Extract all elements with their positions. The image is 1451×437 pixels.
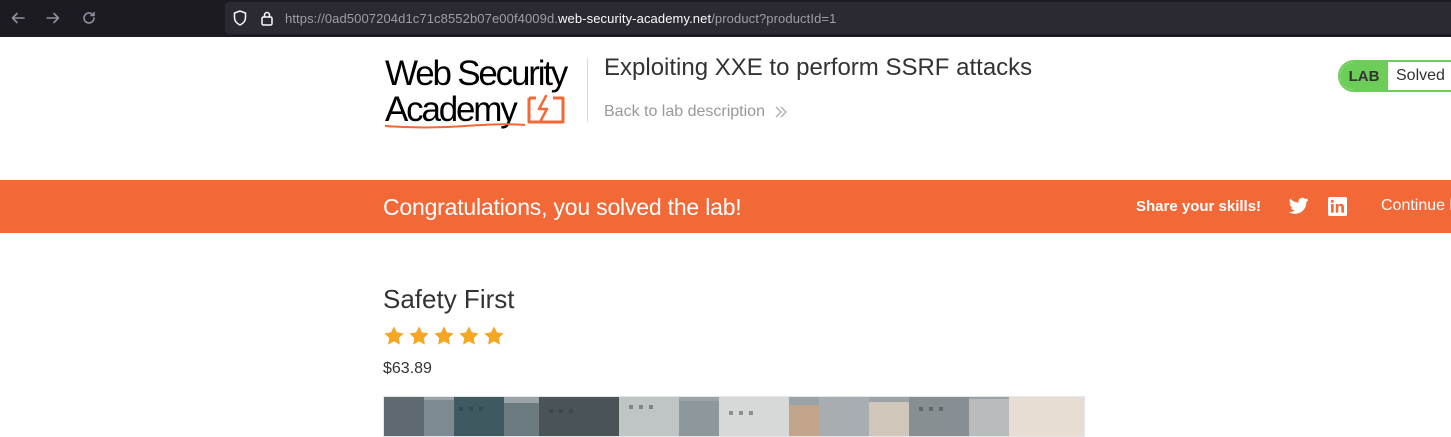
header-divider (587, 58, 588, 122)
city-skyline-image (384, 397, 1084, 436)
star-icon (434, 326, 454, 345)
browser-toolbar: https://0ad5007204d1c71c8552b07e00f4009d… (0, 0, 1451, 37)
star-icon (384, 326, 404, 345)
url-text[interactable]: https://0ad5007204d1c71c8552b07e00f4009d… (285, 11, 836, 26)
star-icon (484, 326, 504, 345)
product-rating (383, 325, 505, 349)
product-image (383, 396, 1085, 437)
forward-arrow-icon[interactable] (41, 6, 65, 30)
shield-icon[interactable] (232, 10, 248, 26)
lab-title: Exploiting XXE to perform SSRF attacks (604, 54, 1033, 81)
twitter-icon[interactable] (1289, 197, 1309, 215)
solved-banner: Congratulations, you solved the lab! Sha… (0, 180, 1451, 233)
star-icon (459, 326, 479, 345)
lab-badge-status: Solved (1396, 67, 1445, 84)
url-bar[interactable]: https://0ad5007204d1c71c8552b07e00f4009d… (225, 2, 1451, 34)
lab-badge-label: LAB (1340, 62, 1388, 90)
star-icon (409, 326, 429, 345)
back-to-lab-description-link[interactable]: Back to lab description (604, 103, 789, 121)
share-skills-label: Share your skills! (1136, 198, 1262, 215)
url-domain: web-security-academy.net (558, 11, 712, 26)
double-chevron-right-icon (775, 106, 787, 118)
reload-icon[interactable] (77, 6, 101, 30)
url-path: /product?productId=1 (711, 11, 837, 26)
back-link-label: Back to lab description (604, 103, 765, 120)
product-price: $63.89 (383, 360, 432, 377)
web-security-academy-logo[interactable]: Web Security Academy (385, 56, 585, 132)
url-prefix: https://0ad5007204d1c71c8552b07e00f4009d… (285, 11, 559, 26)
congratulations-message: Congratulations, you solved the lab! (383, 194, 742, 220)
back-arrow-icon[interactable] (6, 6, 30, 30)
product-title: Safety First (383, 284, 515, 314)
continue-learning-link[interactable]: Continue l (1381, 197, 1451, 215)
lock-icon[interactable] (259, 10, 275, 26)
linkedin-icon[interactable] (1328, 197, 1347, 216)
lab-status-badge: LAB Solved (1338, 60, 1451, 92)
logo-mark-icon (385, 94, 565, 129)
